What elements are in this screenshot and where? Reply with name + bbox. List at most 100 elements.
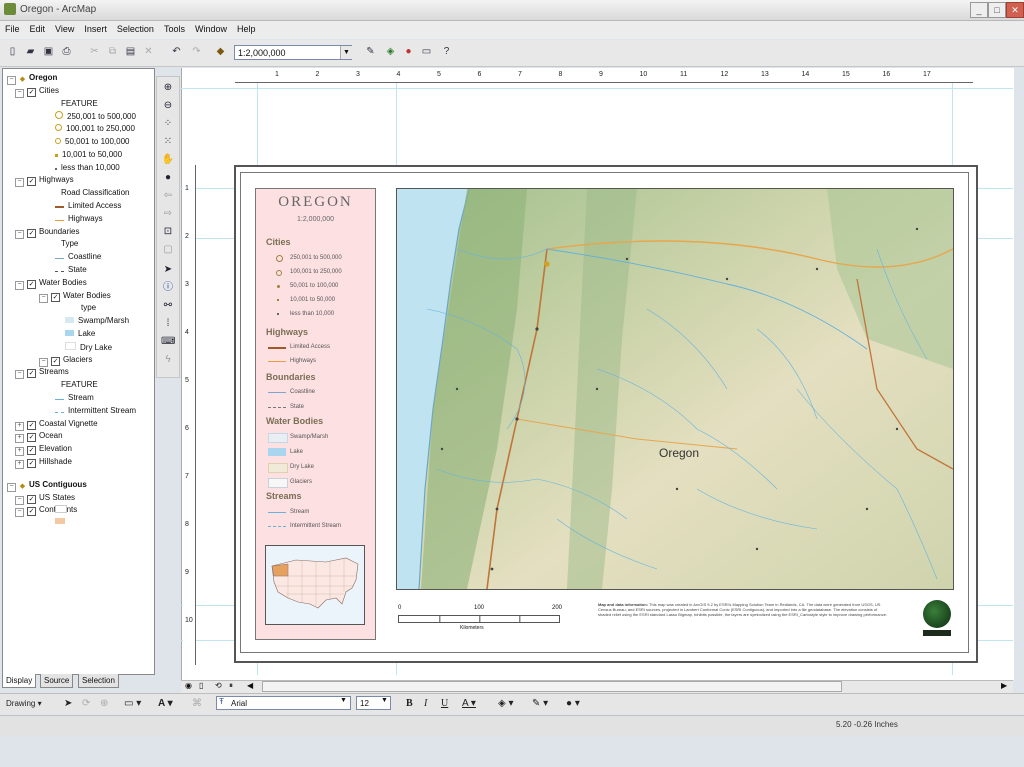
print-icon[interactable]: ⎙ [60,45,73,58]
rectangle-tool-icon[interactable]: ▭ ▾ [124,697,141,711]
visibility-checkbox[interactable]: ✓ [27,507,36,517]
scale-dropdown-chevron-icon[interactable]: ▼ [340,46,352,59]
collapse-toggle-icon[interactable]: − [7,482,16,492]
visibility-checkbox[interactable]: ✓ [27,177,36,187]
find-binoculars-icon[interactable]: ⚯ [161,299,175,312]
menu-tools[interactable]: Tools [159,21,190,34]
expand-toggle-icon[interactable]: − [15,88,24,98]
toc-item[interactable]: − ✓ Glaciers [39,355,92,367]
scrollbar-thumb[interactable] [262,681,842,692]
refresh-button-icon[interactable]: ⟲ [215,681,222,690]
html-popup-icon[interactable]: ϟ [161,353,175,366]
toc-item[interactable]: − ✓ US States [15,493,75,505]
visibility-checkbox[interactable]: ✓ [27,279,36,289]
visibility-checkbox[interactable]: ✓ [27,433,36,443]
expand-toggle-icon[interactable]: − [39,293,48,303]
paste-icon[interactable]: ▤ [124,45,137,58]
back-arrow-icon[interactable]: ⇦ [161,189,175,202]
tab-display[interactable]: Display [2,674,37,688]
visibility-checkbox[interactable]: ✓ [51,292,60,302]
toc-item[interactable]: − ✓ Streams [15,367,69,380]
underline-button[interactable]: U [441,697,448,711]
oregon-map-frame[interactable]: Oregon [396,188,954,590]
add-data-icon[interactable]: ◆ [214,45,227,58]
scroll-left-arrow-icon[interactable]: ◀ [247,681,253,690]
fill-color-icon[interactable]: ◈ ▾ [498,697,514,711]
menu-window[interactable]: Window [190,21,232,34]
italic-button[interactable]: I [424,697,427,711]
zoom-in-icon[interactable]: ⊕ [161,81,175,94]
toc-item[interactable]: − ✓ Highways [15,175,74,188]
copy-icon[interactable]: ⧉ [106,45,119,58]
toc-item[interactable]: − ✓ Water Bodies [15,278,87,290]
save-icon[interactable]: ▣ [42,45,55,58]
edit-vertices-icon[interactable]: ⌘ [192,697,202,711]
tab-source[interactable]: Source [40,674,74,688]
expand-toggle-icon[interactable]: − [39,357,48,367]
fixed-zoom-out-icon[interactable]: ⁙ [161,135,175,148]
delete-icon[interactable]: ✕ [142,45,155,58]
forward-arrow-icon[interactable]: ⇨ [161,207,175,220]
command-line-icon[interactable]: ▭ [420,45,433,58]
maximize-button[interactable]: □ [988,2,1006,18]
expand-toggle-icon[interactable]: + [15,434,24,444]
toc-item[interactable]: + ✓ Elevation [15,444,72,457]
rotate-icon[interactable]: ⟳ [82,697,90,711]
layout-view-button-icon[interactable]: ▯ [199,681,203,690]
toc-item[interactable]: − ✓ Cities [15,86,59,98]
menu-help[interactable]: Help [232,21,261,34]
expand-toggle-icon[interactable]: − [15,178,24,188]
visibility-checkbox[interactable]: ✓ [27,446,36,456]
expand-toggle-icon[interactable]: + [15,421,24,431]
toc-item[interactable]: − ◆ Oregon [7,73,57,85]
visibility-checkbox[interactable]: ✓ [27,228,36,238]
close-button[interactable]: ✕ [1006,2,1024,18]
menu-edit[interactable]: Edit [25,21,51,34]
measure-icon[interactable]: ⁞ [161,317,175,330]
visibility-checkbox[interactable]: ✓ [27,87,36,97]
size-dropdown-chevron-icon[interactable]: ▼ [381,697,388,704]
menu-file[interactable]: File [0,21,25,34]
bold-button[interactable]: B [406,697,413,711]
data-view-button-icon[interactable]: ◉ [185,681,192,690]
line-color-icon[interactable]: ✎ ▾ [532,697,548,711]
undo-icon[interactable]: ↶ [170,45,183,58]
map-data-note[interactable]: Map and data information: This map was c… [598,602,888,638]
font-dropdown-chevron-icon[interactable]: ▼ [340,697,347,704]
expand-toggle-icon[interactable]: − [15,370,24,380]
collapse-toggle-icon[interactable]: − [7,76,16,85]
visibility-checkbox[interactable]: ✓ [27,494,36,504]
expand-toggle-icon[interactable]: − [15,229,24,239]
expand-toggle-icon[interactable]: − [15,280,24,290]
expand-toggle-icon[interactable]: − [15,508,24,518]
open-folder-icon[interactable]: ▰ [24,45,37,58]
toc-item[interactable]: − ✓ Water Bodies [39,291,111,303]
map-scale-input[interactable]: 1:2,000,000 [234,45,352,60]
expand-toggle-icon[interactable]: + [15,447,24,457]
expand-toggle-icon[interactable]: + [15,460,24,469]
visibility-checkbox[interactable]: ✓ [51,356,60,366]
toc-item[interactable]: − ◆ US Contiguous [7,480,87,492]
toc-item[interactable]: + ✓ Hillshade [15,457,72,469]
visibility-checkbox[interactable]: ✓ [27,369,36,379]
pause-drawing-button-icon[interactable]: ⏸ [229,681,233,691]
horizontal-ruler[interactable]: 1 2 3 4 5 6 7 8 9 10 11 12 13 14 15 16 17 [235,70,973,83]
select-elements-arrow-icon[interactable]: ➤ [161,263,175,276]
arccatalog-icon[interactable]: ◈ [384,45,397,58]
minimize-button[interactable]: _ [970,2,988,18]
font-name-select[interactable]: Arial [216,696,351,710]
inset-map-us[interactable] [265,545,365,625]
pan-hand-icon[interactable]: ✋ [161,153,175,166]
toc-item[interactable]: − ✓ Boundaries [15,227,79,239]
vertical-ruler[interactable]: 1 2 3 4 5 6 7 8 9 10 [183,165,196,665]
marker-color-icon[interactable]: ● ▾ [566,697,580,711]
go-to-xy-icon[interactable]: ▢ [161,243,175,256]
select-elements-icon[interactable]: ➤ [64,697,72,711]
fixed-zoom-in-icon[interactable]: ⁘ [161,117,175,130]
visibility-checkbox[interactable]: ✓ [27,420,36,430]
editor-toolbar-icon[interactable]: ✎ [364,45,377,58]
scroll-right-arrow-icon[interactable]: ▶ [1001,681,1007,690]
scale-bar[interactable]: 0 100 200 Kilometers [398,605,562,635]
toc-item[interactable]: + ✓ Ocean [15,431,63,444]
zoom-to-layer-icon[interactable]: ⊡ [161,225,175,238]
